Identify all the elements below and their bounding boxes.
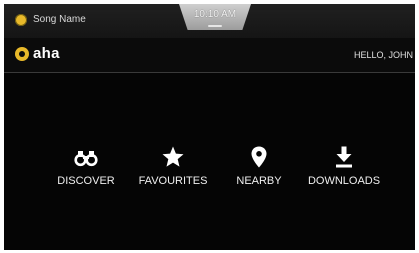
- menu-item-label: NEARBY: [236, 175, 282, 187]
- star-icon: [162, 146, 184, 167]
- menu-item-label: FAVOURITES: [138, 175, 208, 187]
- user-greeting: HELLO, JOHN: [353, 50, 413, 60]
- menu-item-label: DISCOVER: [57, 175, 115, 187]
- menu-item-discover[interactable]: DISCOVER: [51, 145, 121, 195]
- app-screen: Song Name 10:10 AM aha HELLO, JOHN DISCO…: [4, 4, 415, 250]
- now-playing-icon: [15, 14, 27, 26]
- location-pin-icon: [251, 146, 267, 168]
- aha-logo-icon: [15, 47, 29, 61]
- download-icon: [336, 146, 352, 168]
- menu-item-nearby[interactable]: NEARBY: [229, 145, 289, 195]
- main-menu: DISCOVER FAVOURITES NEARBY DOWNLOADS: [4, 72, 415, 250]
- binoculars-icon: [74, 151, 98, 167]
- status-bar: Song Name 10:10 AM: [4, 4, 415, 38]
- clock-time: 10:10 AM: [193, 9, 237, 20]
- app-header: aha HELLO, JOHN: [4, 38, 415, 73]
- pulldown-handle[interactable]: [208, 25, 222, 27]
- song-name[interactable]: Song Name: [33, 14, 86, 25]
- app-logo-text: aha: [33, 45, 60, 62]
- menu-item-downloads[interactable]: DOWNLOADS: [300, 145, 388, 195]
- menu-item-favourites[interactable]: FAVOURITES: [131, 145, 215, 195]
- clock-pulldown-tab[interactable]: 10:10 AM: [179, 4, 251, 30]
- menu-item-label: DOWNLOADS: [307, 175, 381, 187]
